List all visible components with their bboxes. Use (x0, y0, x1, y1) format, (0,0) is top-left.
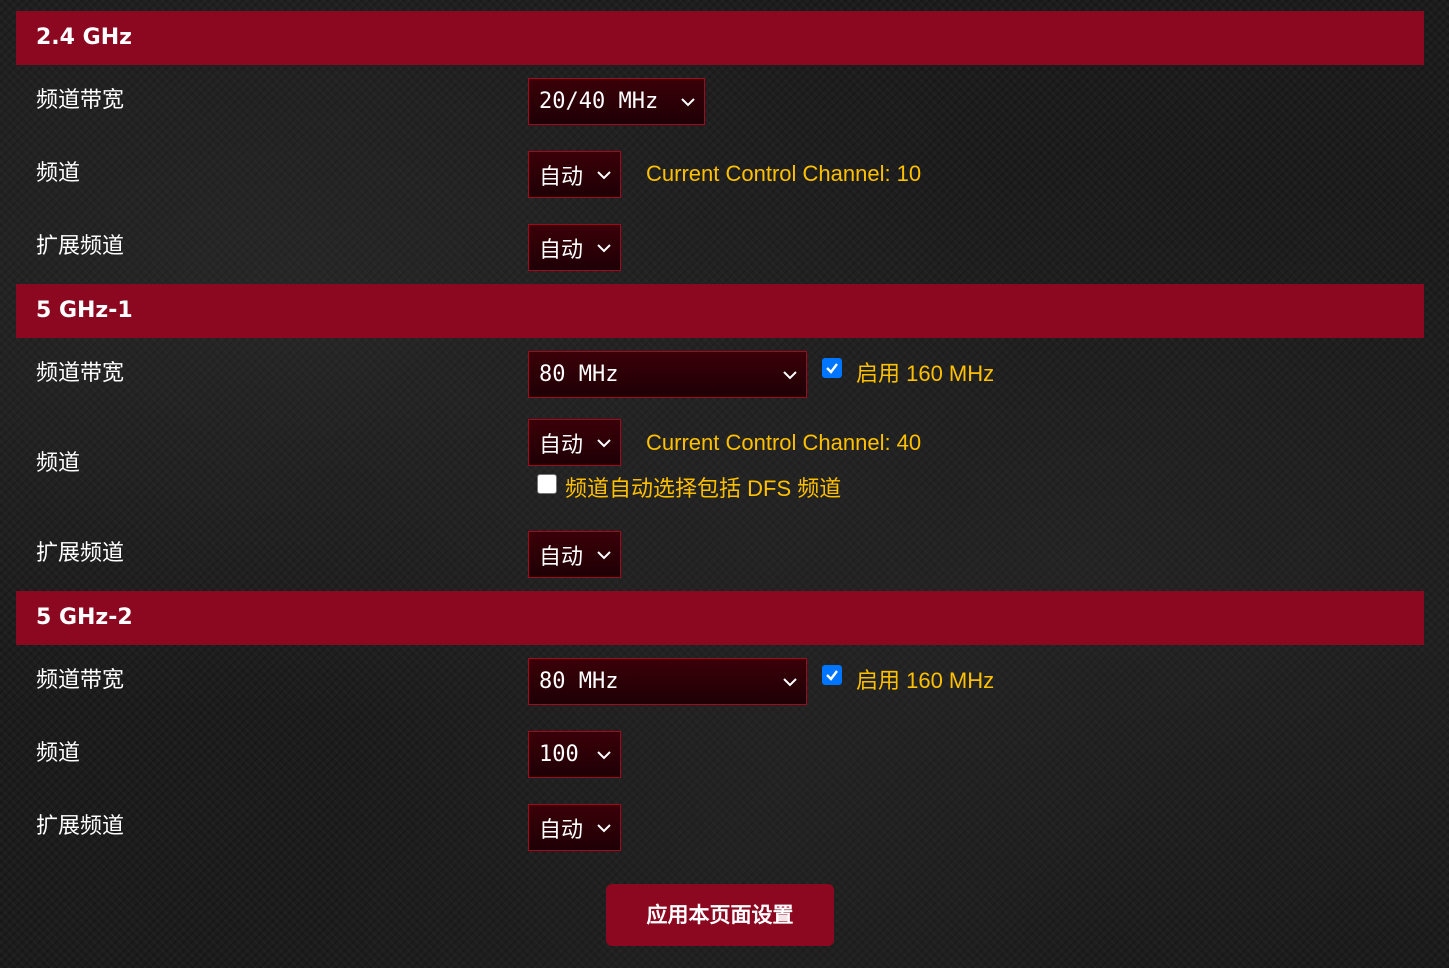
enable-160mhz-label-5ghz-1: 启用 160 MHz (856, 361, 995, 386)
channel-label-2-4ghz: 频道 (36, 161, 81, 186)
enable-160mhz-label-5ghz-2: 启用 160 MHz (856, 668, 995, 693)
chevron-down-icon (596, 167, 612, 183)
section-header-5ghz-1: 5 GHz-1 (16, 284, 1424, 338)
section-header-2-4ghz: 2.4 GHz (16, 11, 1424, 65)
chevron-down-icon (782, 674, 798, 690)
ext-channel-select-5ghz-1[interactable]: 自动 (528, 531, 621, 578)
checkmark-icon (826, 670, 838, 681)
channel-label-5ghz-2: 频道 (36, 741, 81, 766)
enable-160mhz-checkbox-5ghz-2[interactable] (822, 665, 842, 685)
bandwidth-label-5ghz-1: 频道带宽 (36, 361, 125, 386)
ext-channel-select-value: 自动 (539, 544, 584, 570)
channel-select-value: 100 (539, 742, 579, 767)
bandwidth-select-2-4ghz[interactable]: 20/40 MHz (528, 78, 705, 125)
channel-select-5ghz-1[interactable]: 自动 (528, 419, 621, 466)
chevron-down-icon (596, 820, 612, 836)
current-control-channel-2-4ghz: Current Control Channel: 10 (646, 161, 922, 186)
channel-select-value: 自动 (539, 432, 584, 458)
bandwidth-select-5ghz-1[interactable]: 80 MHz (528, 351, 807, 398)
section-header-5ghz-2: 5 GHz-2 (16, 591, 1424, 645)
channel-label-5ghz-1: 频道 (36, 451, 81, 476)
bandwidth-select-value: 20/40 MHz (539, 89, 659, 114)
channel-select-value: 自动 (539, 164, 584, 190)
chevron-down-icon (782, 367, 798, 383)
ext-channel-label-5ghz-1: 扩展频道 (36, 541, 125, 566)
chevron-down-icon (596, 547, 612, 563)
bandwidth-select-5ghz-2[interactable]: 80 MHz (528, 658, 807, 705)
bandwidth-select-value: 80 MHz (539, 362, 619, 387)
enable-160mhz-checkbox-5ghz-1[interactable] (822, 358, 842, 378)
chevron-down-icon (596, 240, 612, 256)
dfs-channel-label: 频道自动选择包括 DFS 频道 (565, 476, 842, 501)
ext-channel-label-2-4ghz: 扩展频道 (36, 234, 125, 259)
channel-select-5ghz-2[interactable]: 100 (528, 731, 621, 778)
bandwidth-label-2-4ghz: 频道带宽 (36, 88, 125, 113)
ext-channel-select-value: 自动 (539, 817, 584, 843)
chevron-down-icon (596, 435, 612, 451)
chevron-down-icon (680, 94, 696, 110)
ext-channel-select-value: 自动 (539, 237, 584, 263)
apply-settings-button[interactable]: 应用本页面设置 (606, 884, 834, 946)
chevron-down-icon (596, 747, 612, 763)
ext-channel-label-5ghz-2: 扩展频道 (36, 814, 125, 839)
bandwidth-label-5ghz-2: 频道带宽 (36, 668, 125, 693)
checkmark-icon (826, 363, 838, 374)
ext-channel-select-2-4ghz[interactable]: 自动 (528, 224, 621, 271)
bandwidth-select-value: 80 MHz (539, 669, 619, 694)
ext-channel-select-5ghz-2[interactable]: 自动 (528, 804, 621, 851)
dfs-channel-checkbox[interactable] (537, 474, 557, 494)
current-control-channel-5ghz-1: Current Control Channel: 40 (646, 430, 922, 455)
channel-select-2-4ghz[interactable]: 自动 (528, 151, 621, 198)
